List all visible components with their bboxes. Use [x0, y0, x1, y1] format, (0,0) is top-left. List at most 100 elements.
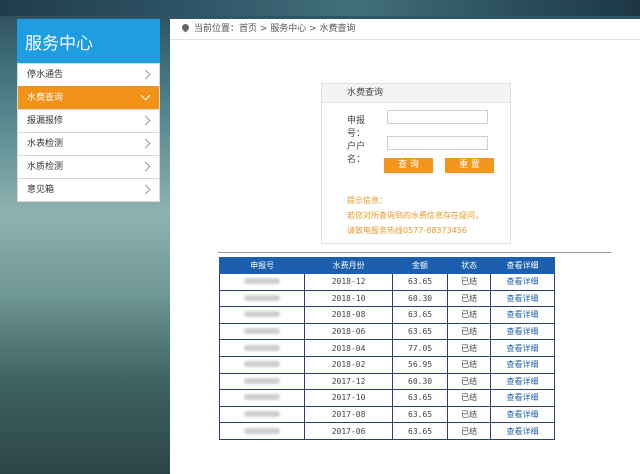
table-row: 2017-08 63.65 已结 查看详细 [218, 405, 556, 424]
sidebar-item-feedback[interactable]: 意见箱 [18, 178, 159, 201]
background-banner [0, 0, 640, 16]
amount-cell: 63.65 [391, 273, 449, 291]
amount-cell: 63.65 [391, 306, 449, 324]
table-row: 2018-02 56.95 已结 查看详细 [218, 355, 556, 374]
sidebar-item-quality-test[interactable]: 水质检测 [18, 155, 159, 178]
sidebar-item-label: 水质检测 [27, 162, 64, 172]
sidebar-item-bill-query[interactable]: 水费查询 [18, 86, 159, 109]
view-detail-link[interactable]: 查看详细 [489, 306, 556, 324]
col-header-account: 申报号 [218, 257, 306, 274]
query-button[interactable]: 查 询 [384, 158, 433, 173]
view-detail-link[interactable]: 查看详细 [489, 405, 556, 424]
tips: 提示信息： 若您对所查询到的水费信息存在疑问， 请致电服务热线0577-8837… [347, 193, 483, 238]
view-detail-link[interactable]: 查看详细 [489, 273, 556, 291]
table-row: 2017-12 60.30 已结 查看详细 [218, 372, 556, 391]
chevron-down-icon [140, 90, 151, 101]
sidebar-item-outage-notice[interactable]: 停水通告 [18, 63, 159, 86]
reset-button[interactable]: 重 置 [445, 158, 494, 173]
amount-cell: 63.65 [391, 405, 449, 424]
name-input[interactable] [387, 136, 488, 150]
month-cell: 2017-10 [304, 389, 393, 407]
table-header-row: 申报号 水费月份 金额 状态 查看详细 [218, 257, 556, 274]
table-row: 2018-12 63.65 已结 查看详细 [218, 273, 556, 291]
table-row: 2017-10 63.65 已结 查看详细 [218, 389, 556, 407]
status-cell: 已结 [447, 273, 491, 291]
col-header-status: 状态 [447, 257, 491, 274]
amount-cell: 77.05 [391, 339, 449, 357]
status-cell: 已结 [447, 306, 491, 324]
status-cell: 已结 [447, 389, 491, 407]
view-detail-link[interactable]: 查看详细 [489, 322, 556, 341]
view-detail-link[interactable]: 查看详细 [489, 289, 556, 308]
sidebar-item-label: 停水通告 [27, 70, 64, 80]
status-cell: 已结 [447, 339, 491, 357]
sidebar-item-label: 报漏报修 [27, 116, 64, 126]
month-cell: 2017-12 [304, 372, 393, 391]
tips-line: 请致电服务热线0577-88373456 [347, 226, 467, 235]
status-cell: 已结 [447, 405, 491, 424]
month-cell: 2017-08 [304, 405, 393, 424]
amount-cell: 63.65 [391, 389, 449, 407]
chevron-right-icon [140, 115, 151, 126]
account-cell-redacted [218, 389, 306, 407]
status-cell: 已结 [447, 355, 491, 374]
status-cell: 已结 [447, 322, 491, 341]
account-cell-redacted [218, 372, 306, 391]
view-detail-link[interactable]: 查看详细 [489, 422, 556, 440]
view-detail-link[interactable]: 查看详细 [489, 372, 556, 391]
table-row: 2018-10 60.30 已结 查看详细 [218, 289, 556, 308]
account-input[interactable] [387, 110, 488, 124]
month-cell: 2018-10 [304, 289, 393, 308]
sidebar-list: 停水通告 水费查询 报漏报修 水表检测 水质检测 意见箱 [17, 63, 160, 202]
sidebar-title: 服务中心 [17, 19, 160, 63]
account-cell-redacted [218, 422, 306, 440]
chevron-right-icon [140, 69, 151, 80]
sidebar-item-leak-repair[interactable]: 报漏报修 [18, 109, 159, 132]
chevron-right-icon [140, 184, 151, 195]
view-detail-link[interactable]: 查看详细 [489, 355, 556, 374]
sidebar-item-meter-test[interactable]: 水表检测 [18, 132, 159, 155]
account-cell-redacted [218, 339, 306, 357]
month-cell: 2018-06 [304, 322, 393, 341]
month-cell: 2018-02 [304, 355, 393, 374]
account-cell-redacted [218, 306, 306, 324]
amount-cell: 63.65 [391, 322, 449, 341]
table-row: 2018-08 63.65 已结 查看详细 [218, 306, 556, 324]
month-cell: 2018-12 [304, 273, 393, 291]
amount-cell: 56.95 [391, 355, 449, 374]
table-row: 2018-06 63.65 已结 查看详细 [218, 322, 556, 341]
amount-cell: 60.30 [391, 372, 449, 391]
sidebar-item-label: 水费查询 [27, 93, 64, 103]
chevron-right-icon [140, 161, 151, 172]
breadcrumb-text: 当前位置：首页 > 服务中心 > 水费查询 [194, 24, 356, 34]
name-row: 户户名： [347, 136, 488, 165]
sidebar-item-label: 意见箱 [27, 185, 55, 195]
account-cell-redacted [218, 405, 306, 424]
account-cell-redacted [218, 289, 306, 308]
sidebar-item-label: 水表检测 [27, 139, 64, 149]
bill-table: 申报号 水费月份 金额 状态 查看详细 2018-12 63.65 已结 查看详… [218, 257, 556, 440]
col-header-detail: 查看详细 [489, 257, 556, 274]
account-row: 申报号： [347, 110, 488, 139]
status-cell: 已结 [447, 372, 491, 391]
account-label: 申报号： [347, 116, 366, 139]
month-cell: 2018-08 [304, 306, 393, 324]
main-panel: 当前位置：首页 > 服务中心 > 水费查询 水费查询 申报号： 户户名： 查 询… [170, 19, 640, 474]
col-header-month: 水费月份 [304, 257, 393, 274]
col-header-amount: 金额 [391, 257, 449, 274]
name-label: 户户名： [347, 142, 366, 165]
view-detail-link[interactable]: 查看详细 [489, 389, 556, 407]
query-form: 水费查询 申报号： 户户名： 查 询 重 置 提示信息： 若您对所查询到的水费信… [321, 83, 511, 244]
account-cell-redacted [218, 273, 306, 291]
breadcrumb: 当前位置：首页 > 服务中心 > 水费查询 [170, 19, 640, 40]
tips-title: 提示信息： [347, 196, 387, 205]
status-cell: 已结 [447, 422, 491, 440]
sidebar: 服务中心 停水通告 水费查询 报漏报修 水表检测 水质检测 意见箱 [17, 19, 160, 202]
month-cell: 2018-04 [304, 339, 393, 357]
status-cell: 已结 [447, 289, 491, 308]
location-pin-icon [180, 22, 191, 33]
amount-cell: 60.30 [391, 289, 449, 308]
account-cell-redacted [218, 355, 306, 374]
view-detail-link[interactable]: 查看详细 [489, 339, 556, 357]
month-cell: 2017-06 [304, 422, 393, 440]
